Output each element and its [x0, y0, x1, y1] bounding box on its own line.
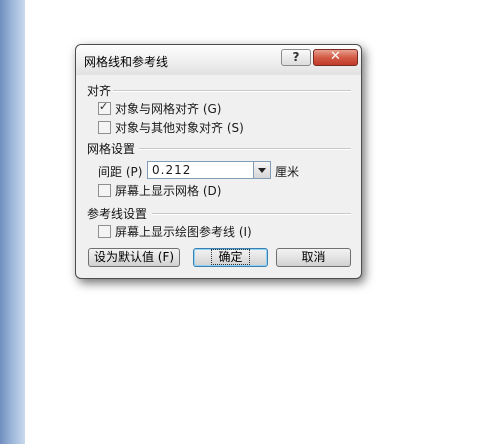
align-group-heading: 对齐 [87, 84, 112, 98]
cancel-button[interactable]: 取消 [276, 248, 351, 267]
spacing-dropdown-button[interactable] [253, 161, 271, 179]
snap-to-grid-label: 对象与网格对齐 (G) [115, 101, 222, 116]
guides-group-heading: 参考线设置 [87, 207, 148, 221]
spacing-row: 间距 (P) : [98, 161, 150, 181]
grid-group-heading: 网格设置 [87, 142, 136, 156]
show-grid-checkbox[interactable] [98, 183, 111, 197]
background-window-edge [0, 0, 25, 444]
help-icon: ? [292, 50, 300, 64]
spacing-label: 间距 (P) : [98, 164, 151, 179]
dialog-titlebar[interactable]: 网格线和参考线 ? ✕ [76, 45, 361, 75]
spacing-value: 0.212 [152, 163, 192, 177]
spacing-unit: 厘米 [275, 165, 300, 179]
align-group-divider [113, 90, 351, 92]
check-icon: ✓ [99, 99, 109, 113]
show-guides-option[interactable]: 屏幕上显示绘图参考线 (I) [98, 223, 252, 239]
snap-to-objects-label: 对象与其他对象对齐 (S) [115, 120, 244, 135]
help-button[interactable]: ? [281, 49, 311, 66]
close-button[interactable]: ✕ [313, 49, 358, 66]
set-default-label: 设为默认值 (F) [93, 250, 175, 264]
set-default-button[interactable]: 设为默认值 (F) [88, 248, 180, 267]
grid-group-divider [139, 148, 351, 150]
grid-and-guides-dialog: 网格线和参考线 ? ✕ 对齐 ✓ 对象与网格对齐 (G) 对象与其他对象对齐 (… [75, 44, 362, 279]
show-grid-option[interactable]: 屏幕上显示网格 (D) [98, 182, 221, 198]
snap-to-grid-option[interactable]: ✓ 对象与网格对齐 (G) [98, 100, 221, 116]
show-grid-label: 屏幕上显示网格 (D) [115, 183, 222, 198]
ok-label: 确定 [211, 249, 250, 265]
show-guides-label: 屏幕上显示绘图参考线 (I) [115, 224, 252, 239]
cancel-label: 取消 [301, 250, 326, 264]
ok-button[interactable]: 确定 [193, 248, 268, 267]
guides-group-divider [152, 213, 351, 215]
snap-to-grid-checkbox[interactable]: ✓ [98, 99, 111, 115]
close-icon: ✕ [330, 49, 341, 64]
snap-to-objects-checkbox[interactable] [98, 120, 111, 134]
snap-to-objects-option[interactable]: 对象与其他对象对齐 (S) [98, 119, 244, 135]
dialog-title: 网格线和参考线 [84, 55, 169, 69]
show-guides-checkbox[interactable] [98, 224, 111, 238]
